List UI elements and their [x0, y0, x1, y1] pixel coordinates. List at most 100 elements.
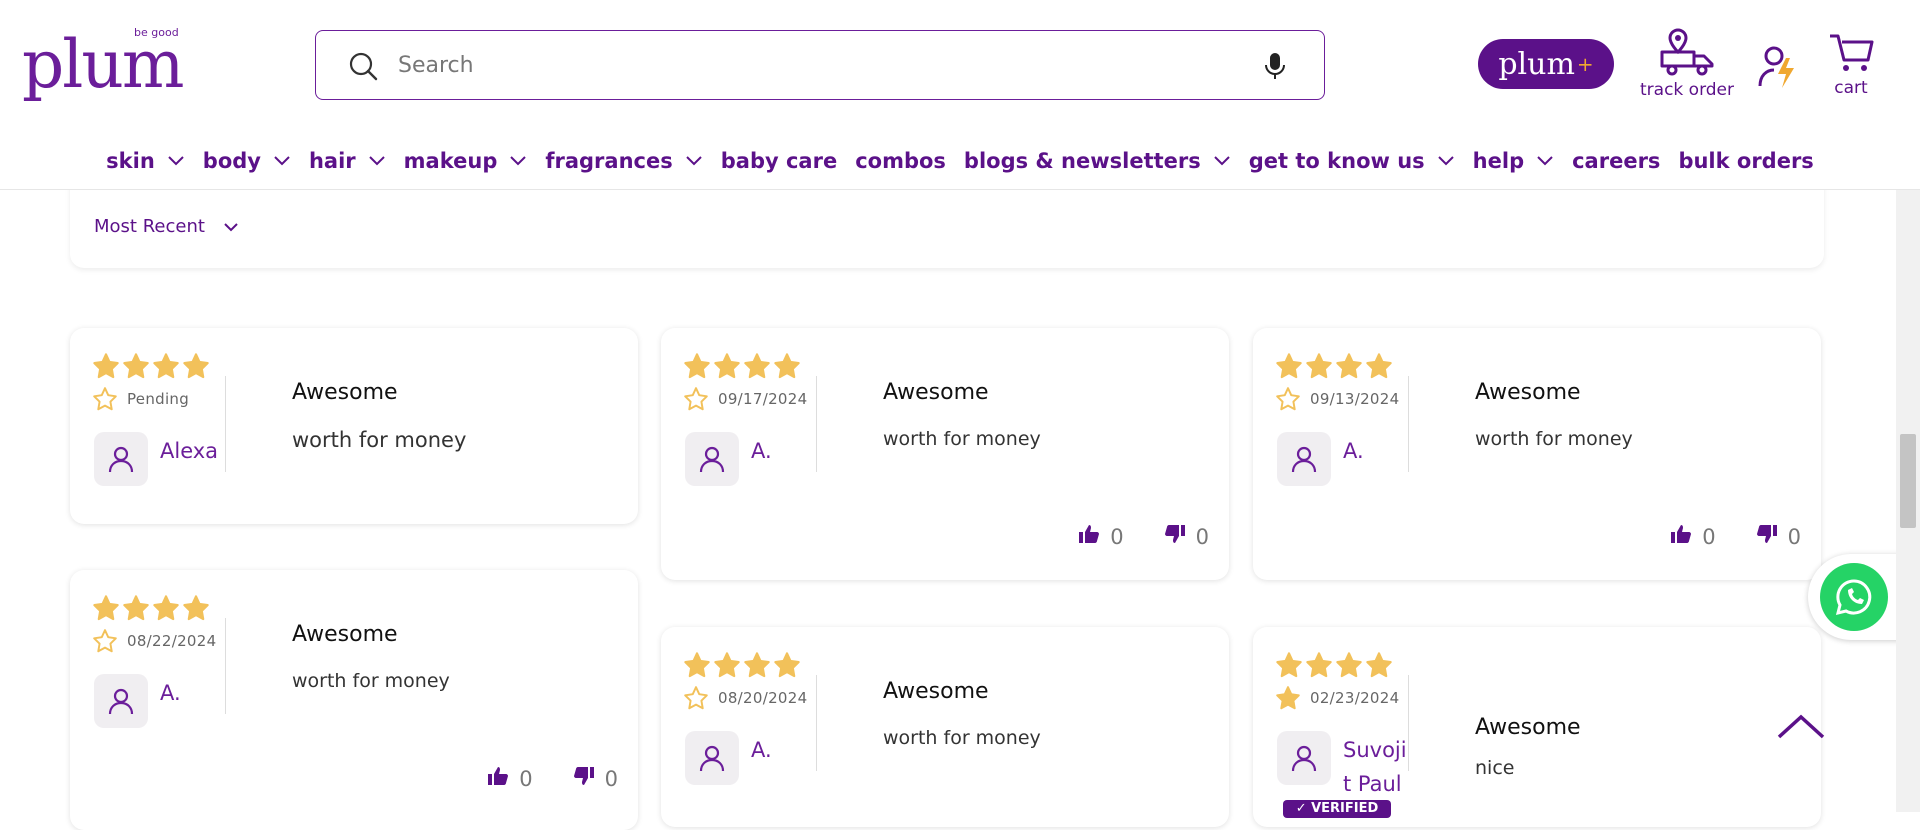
- nav-item-combos[interactable]: combos: [855, 144, 946, 178]
- star-icon: [773, 352, 801, 384]
- nav-item-careers[interactable]: careers: [1572, 144, 1660, 178]
- review-author: Suvoji t Paul: [1343, 733, 1407, 801]
- thumbs-up-button[interactable]: 0: [487, 766, 533, 791]
- plum-logo[interactable]: be good plum: [22, 26, 192, 103]
- plum-plus-label: plum: [1498, 46, 1575, 82]
- review-author: Alexa: [160, 439, 219, 463]
- cart-button[interactable]: cart: [1828, 32, 1874, 98]
- avatar: [685, 731, 739, 785]
- review-card: Pending Alexa Awesome worth for money: [70, 328, 638, 524]
- nav-item-help[interactable]: help: [1473, 144, 1554, 178]
- nav-item-body[interactable]: body: [203, 144, 291, 178]
- downvote-count: 0: [1195, 524, 1209, 549]
- nav-label: combos: [855, 149, 946, 173]
- nav-label: body: [202, 149, 261, 173]
- star-icon: [1275, 651, 1303, 683]
- nav-label: baby care: [720, 149, 838, 173]
- thumbs-up-button[interactable]: 0: [1078, 524, 1124, 549]
- card-divider: [225, 376, 226, 472]
- star-icon: [1365, 352, 1393, 384]
- nav-item-about[interactable]: get to know us: [1249, 144, 1455, 178]
- helpful-votes: 00: [1642, 524, 1801, 549]
- chevron-down-icon: [686, 156, 702, 166]
- nav-item-hair[interactable]: hair: [309, 144, 386, 178]
- review-card: 02/23/2024 Suvoji t Paul ✓ VERIFIED Awesome n…: [1253, 627, 1821, 827]
- star-icon: [122, 352, 150, 384]
- rating-stars: [1275, 352, 1393, 384]
- track-order-button[interactable]: track order: [1638, 26, 1736, 100]
- star-icon: [713, 352, 741, 384]
- review-title: Awesome: [1475, 715, 1581, 740]
- nav-item-blogs[interactable]: blogs & newsletters: [964, 144, 1231, 178]
- helpful-votes: 00: [459, 766, 618, 791]
- author-line: Suvoji: [1343, 738, 1407, 762]
- star-icon: [1305, 352, 1333, 384]
- review-card: 08/20/2024 A. Awesome worth for money: [661, 627, 1229, 827]
- nav-label: blogs & newsletters: [963, 149, 1201, 173]
- thumbs-up-button[interactable]: 0: [1670, 524, 1716, 549]
- star-icon: [182, 594, 210, 626]
- nav-label: help: [1472, 149, 1525, 173]
- star-icon: [152, 352, 180, 384]
- star-icon: [122, 594, 150, 626]
- helpful-votes: 00: [1050, 524, 1209, 549]
- star-icon: [92, 628, 118, 658]
- scroll-to-top-icon[interactable]: [1776, 712, 1826, 740]
- chevron-down-icon: [1214, 156, 1230, 166]
- rating-stars: [683, 352, 801, 384]
- nav-item-bulk-orders[interactable]: bulk orders: [1678, 144, 1813, 178]
- review-title: Awesome: [883, 380, 989, 405]
- card-divider: [1408, 675, 1409, 771]
- star-icon: [92, 352, 120, 384]
- review-author: A.: [160, 681, 181, 705]
- nav-item-baby-care[interactable]: baby care: [721, 144, 837, 178]
- avatar: [685, 432, 739, 486]
- plum-plus-button[interactable]: plum +: [1478, 39, 1614, 89]
- logo-wordmark: plum: [22, 26, 184, 103]
- user-account-icon[interactable]: [1758, 44, 1800, 90]
- nav-item-fragrances[interactable]: fragrances: [545, 144, 702, 178]
- thumbs-down-button[interactable]: 0: [1756, 524, 1801, 549]
- review-body: worth for money: [292, 428, 467, 452]
- rating-stars: [683, 651, 801, 683]
- thumbs-down-button[interactable]: 0: [1164, 524, 1209, 549]
- microphone-icon[interactable]: [1262, 51, 1288, 81]
- review-author: A.: [751, 439, 772, 463]
- card-divider: [225, 618, 226, 714]
- thumbs-up-icon: [1078, 524, 1100, 549]
- chevron-down-icon: [224, 222, 238, 231]
- nav-label: bulk orders: [1678, 149, 1814, 173]
- page-scrollbar[interactable]: [1896, 190, 1920, 812]
- review-title: Awesome: [883, 679, 989, 704]
- review-body: worth for money: [292, 670, 450, 692]
- star-icon: [92, 386, 118, 416]
- thumbs-down-button[interactable]: 0: [573, 766, 618, 791]
- search-bar[interactable]: [315, 30, 1325, 100]
- star-icon: [743, 651, 771, 683]
- star-icon: [713, 651, 741, 683]
- thumbs-up-icon: [487, 766, 509, 791]
- delivery-truck-icon: [1660, 28, 1714, 76]
- review-card: 08/22/2024 A. Awesome worth for money 0 0: [70, 570, 638, 830]
- upvote-count: 0: [519, 766, 533, 791]
- nav-item-makeup[interactable]: makeup: [404, 144, 528, 178]
- upvote-count: 0: [1702, 524, 1716, 549]
- review-date: 09/17/2024: [718, 390, 808, 408]
- rating-stars: [92, 594, 210, 626]
- chevron-down-icon: [274, 156, 290, 166]
- sort-selected: Most Recent: [94, 216, 205, 237]
- star-icon: [1305, 651, 1333, 683]
- scrollbar-thumb[interactable]: [1900, 434, 1916, 528]
- nav-label: fragrances: [545, 149, 673, 173]
- star-icon: [1275, 685, 1301, 715]
- search-icon: [349, 52, 378, 81]
- verified-badge: ✓ VERIFIED: [1283, 800, 1391, 818]
- card-divider: [816, 675, 817, 771]
- search-input[interactable]: [398, 45, 1238, 85]
- review-date: 08/22/2024: [127, 632, 217, 650]
- sort-dropdown[interactable]: Most Recent: [94, 216, 239, 237]
- review-body: worth for money: [1475, 428, 1633, 450]
- nav-item-skin[interactable]: skin: [106, 144, 185, 178]
- review-title: Awesome: [1475, 380, 1581, 405]
- avatar: [1277, 731, 1331, 785]
